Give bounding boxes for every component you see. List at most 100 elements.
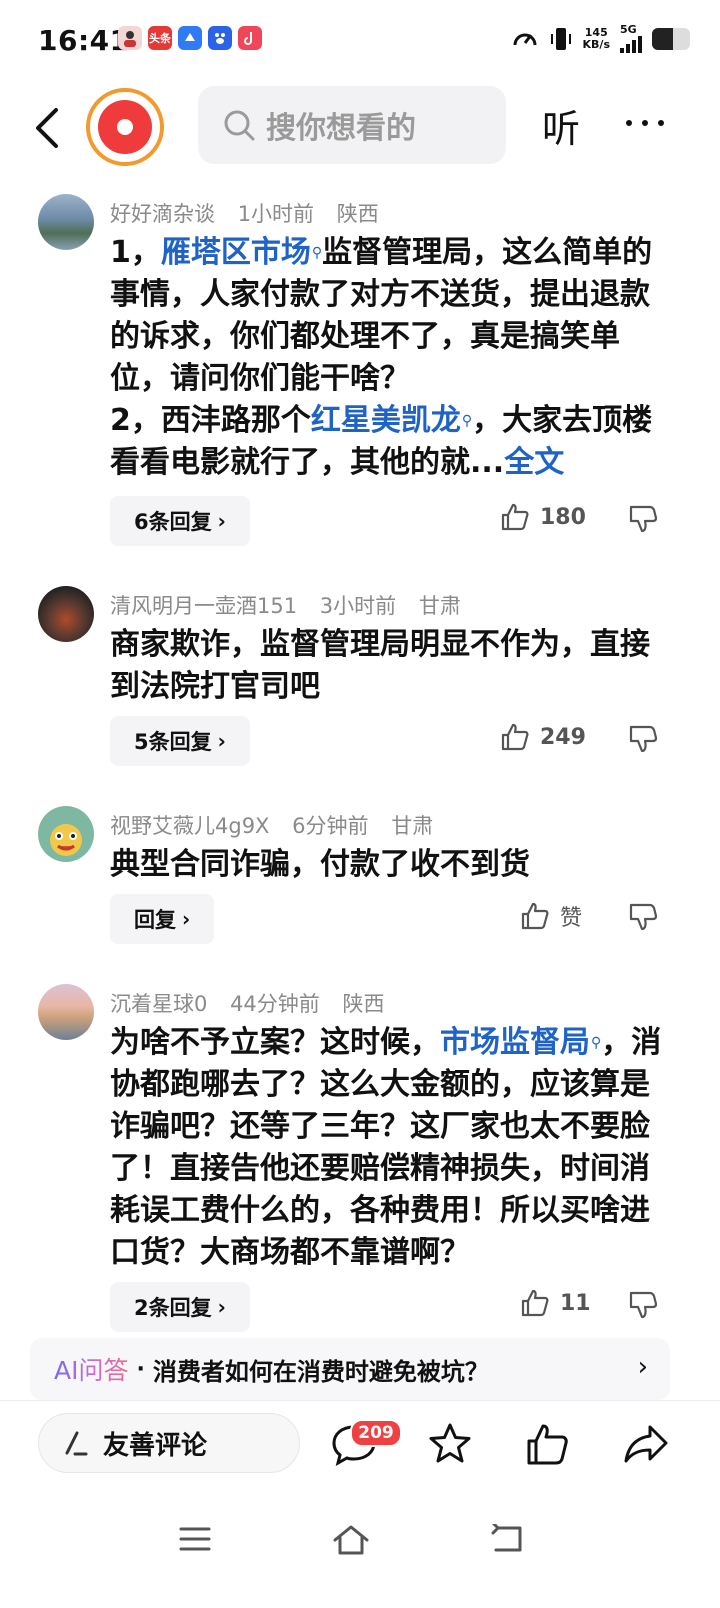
comment-input[interactable]: 友善评论 bbox=[38, 1413, 300, 1473]
thumbs-up-icon bbox=[501, 503, 529, 531]
thumbs-up-icon bbox=[521, 902, 549, 930]
listen-button[interactable]: 听 bbox=[542, 98, 580, 153]
thumbs-down-icon[interactable] bbox=[628, 504, 658, 534]
comment-text: 1， bbox=[110, 235, 161, 270]
back-arrow-icon[interactable] bbox=[28, 104, 68, 152]
more-options-icon[interactable] bbox=[626, 120, 664, 126]
comment-meta: 视野艾薇儿4g9X 6分钟前 甘肃 bbox=[110, 810, 449, 840]
app-logo[interactable] bbox=[86, 88, 164, 166]
avatar[interactable] bbox=[38, 984, 94, 1040]
network-type: 5G bbox=[620, 23, 637, 36]
like-button[interactable]: 11 bbox=[520, 1288, 591, 1318]
net-speed-value: 145 bbox=[584, 25, 608, 39]
avatar[interactable] bbox=[38, 194, 94, 250]
comment-location: 甘肃 bbox=[391, 814, 434, 838]
comment-count-badge: 209 bbox=[350, 1419, 402, 1447]
replies-button[interactable]: 5条回复 › bbox=[110, 716, 250, 766]
comment-time: 3小时前 bbox=[319, 594, 397, 618]
comment-text: 2，西沣路那个 bbox=[110, 403, 311, 438]
star-icon[interactable] bbox=[426, 1421, 474, 1467]
replies-button[interactable]: 回复 › bbox=[110, 894, 215, 944]
comment-time: 44分钟前 bbox=[230, 992, 320, 1016]
comment-meta: 好好滴杂谈 1小时前 陕西 bbox=[110, 198, 395, 228]
search-icon bbox=[224, 110, 255, 141]
like-count: 249 bbox=[540, 724, 586, 750]
thumbs-up-icon bbox=[501, 723, 529, 751]
like-button[interactable]: 赞 bbox=[520, 900, 582, 932]
top-header: 搜你想看的 听 bbox=[0, 80, 720, 176]
vibrate-icon bbox=[550, 27, 571, 50]
comment-body[interactable]: 为啥不予立案？这时候，市场监督局⚲，消协都跑哪去了？这么大金额的，应该算是诈骗吧… bbox=[110, 1022, 670, 1274]
ai-question-bar[interactable]: AI问答 · 消费者如何在消费时避免被坑？ › bbox=[30, 1338, 670, 1400]
comment-username[interactable]: 清风明月一壶酒151 bbox=[110, 594, 297, 618]
chevron-right-icon: › bbox=[182, 907, 191, 931]
share-icon[interactable] bbox=[622, 1421, 670, 1467]
thumbs-up-icon[interactable] bbox=[524, 1421, 572, 1467]
chevron-right-icon: › bbox=[217, 509, 226, 533]
comment-text: ，消协都跑哪去了？这么大金额的，应该算是诈骗吧？还等了三年？这厂家也太不要脸了！… bbox=[110, 1025, 662, 1270]
keyword-link[interactable]: 红星美凯龙 bbox=[311, 403, 461, 438]
keyword-link[interactable]: 雁塔区市场 bbox=[161, 235, 311, 270]
status-bar: 16:41 头条 145 KB/s 5G bbox=[0, 0, 720, 80]
replies-label: 5条回复 bbox=[134, 730, 212, 754]
comment-placeholder: 友善评论 bbox=[103, 1430, 208, 1461]
like-count: 180 bbox=[540, 504, 586, 530]
search-small-icon: ⚲ bbox=[591, 1035, 602, 1051]
full-text-link[interactable]: 全文 bbox=[504, 445, 564, 480]
search-small-icon: ⚲ bbox=[461, 413, 473, 429]
signal-bars-icon bbox=[620, 35, 642, 53]
comment-time: 6分钟前 bbox=[292, 814, 369, 838]
comment-location: 陕西 bbox=[336, 202, 379, 226]
ai-question: 消费者如何在消费时避免被坑？ bbox=[152, 1357, 489, 1386]
comment-location: 陕西 bbox=[342, 992, 385, 1016]
menu-icon[interactable] bbox=[178, 1524, 212, 1554]
search-input[interactable]: 搜你想看的 bbox=[198, 86, 506, 164]
douyin-app-icon bbox=[238, 26, 262, 50]
avatar[interactable] bbox=[38, 586, 94, 642]
monster-avatar-icon bbox=[50, 824, 82, 856]
search-small-icon: ⚲ bbox=[311, 245, 323, 261]
baidu-app-icon bbox=[208, 26, 232, 50]
status-right: 145 KB/s 5G bbox=[511, 24, 690, 53]
like-button[interactable]: 180 bbox=[500, 502, 586, 532]
pen-icon bbox=[65, 1431, 88, 1456]
clock: 16:41 bbox=[38, 24, 130, 57]
replies-label: 6条回复 bbox=[134, 510, 212, 534]
chevron-right-icon: › bbox=[637, 1352, 648, 1382]
comment-body[interactable]: 1，雁塔区市场⚲监督管理局，这么简单的事情，人家付款了对方不送货，提出退款的诉求… bbox=[110, 232, 670, 484]
replies-button[interactable]: 6条回复 › bbox=[110, 496, 250, 546]
home-icon[interactable] bbox=[332, 1524, 370, 1556]
chevron-right-icon: › bbox=[217, 1295, 226, 1319]
toutiao-app-icon: 头条 bbox=[148, 26, 172, 50]
comment-username[interactable]: 沉着星球0 bbox=[110, 992, 207, 1016]
replies-label: 2条回复 bbox=[134, 1296, 212, 1320]
comment-username[interactable]: 视野艾薇儿4g9X bbox=[110, 814, 269, 838]
system-nav-bar bbox=[0, 1486, 720, 1608]
comment-meta: 清风明月一壶酒151 3小时前 甘肃 bbox=[110, 590, 477, 620]
replies-button[interactable]: 2条回复 › bbox=[110, 1282, 250, 1332]
thumbs-down-icon[interactable] bbox=[628, 1290, 658, 1320]
comment-username[interactable]: 好好滴杂谈 bbox=[110, 202, 215, 226]
ai-separator: · bbox=[136, 1356, 145, 1382]
blue-app-icon bbox=[178, 26, 202, 50]
replies-label: 回复 bbox=[134, 908, 176, 932]
back-nav-icon[interactable] bbox=[490, 1524, 524, 1554]
net-speed: 145 KB/s bbox=[583, 25, 610, 51]
thumbs-down-icon[interactable] bbox=[628, 724, 658, 754]
search-placeholder: 搜你想看的 bbox=[266, 111, 416, 146]
chevron-right-icon: › bbox=[217, 729, 226, 753]
ai-label: AI问答 bbox=[54, 1351, 128, 1387]
battery-icon bbox=[652, 27, 690, 50]
notification-icons: 头条 bbox=[118, 26, 262, 50]
like-button[interactable]: 249 bbox=[500, 722, 586, 752]
comment-text: 为啥不予立案？这时候， bbox=[110, 1025, 440, 1060]
avatar-app-icon bbox=[118, 26, 142, 50]
comment-body[interactable]: 商家欺诈，监督管理局明显不作为，直接到法院打官司吧 bbox=[110, 624, 670, 708]
comment-body[interactable]: 典型合同诈骗，付款了收不到货 bbox=[110, 844, 670, 886]
like-label: 赞 bbox=[560, 906, 583, 931]
avatar[interactable] bbox=[38, 806, 94, 862]
app-logo-icon bbox=[98, 100, 152, 154]
battery-level bbox=[652, 27, 673, 50]
keyword-link[interactable]: 市场监督局 bbox=[440, 1025, 590, 1060]
thumbs-down-icon[interactable] bbox=[628, 902, 658, 932]
